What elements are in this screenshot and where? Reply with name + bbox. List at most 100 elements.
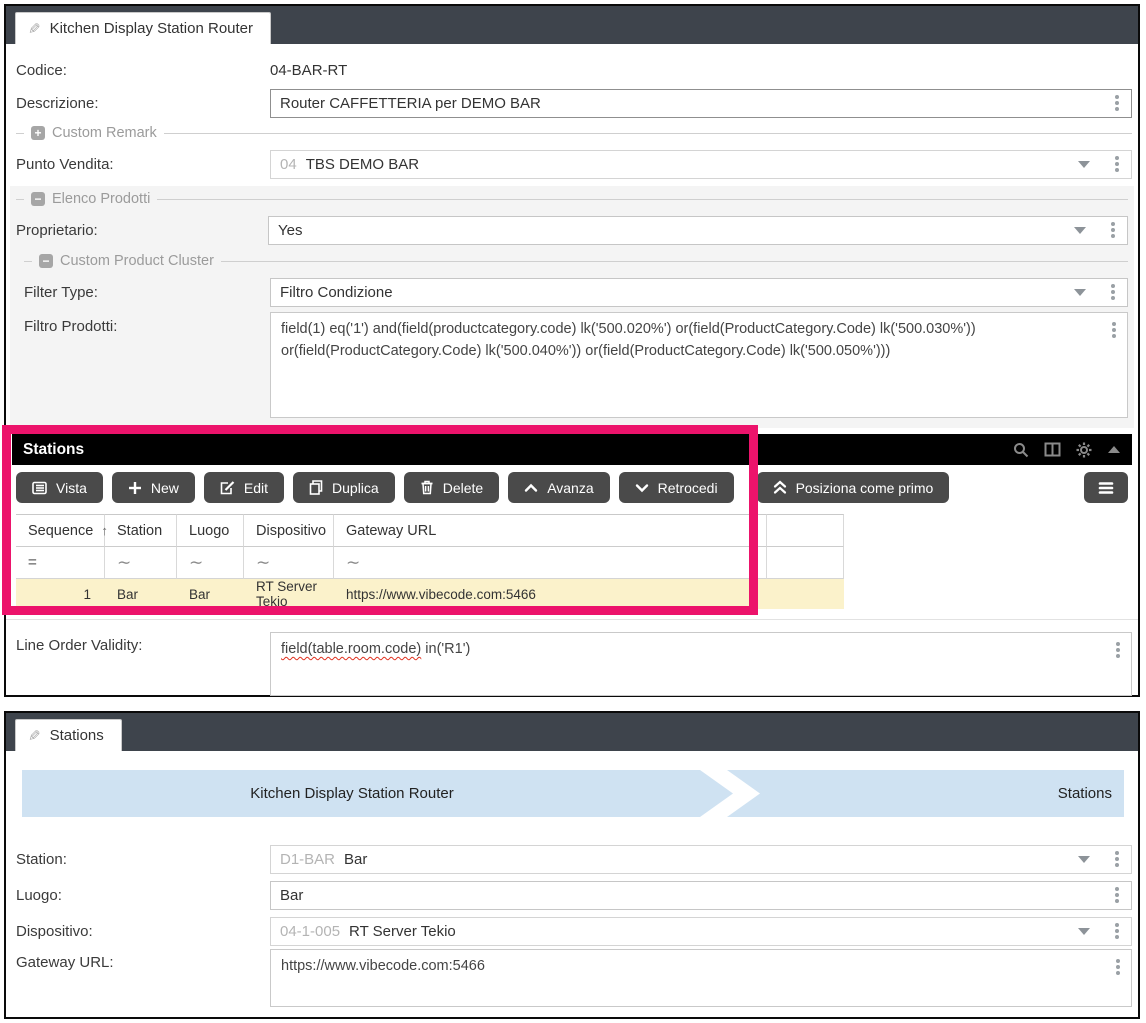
line-order-validity-textarea[interactable]: field(table.room.code) in('R1') — [270, 632, 1132, 696]
vista-button[interactable]: Vista — [16, 472, 103, 503]
plus-icon — [128, 481, 142, 495]
column-header-station[interactable]: Station — [105, 514, 177, 547]
gateway-url-textarea[interactable]: https://www.vibecode.com:5466 — [270, 949, 1132, 1007]
custom-product-cluster-group: − Custom Product Cluster Filter Type: Fi… — [24, 248, 1128, 418]
stations-tabstrip: ✎ Stations — [6, 713, 1138, 751]
punto-vendita-code: 04 — [280, 156, 297, 173]
station-row: Station: D1-BAR Bar — [16, 841, 1132, 877]
router-tabstrip: ✎ Kitchen Display Station Router — [6, 6, 1138, 44]
breadcrumb: Kitchen Display Station Router Stations — [22, 770, 1124, 817]
filter-cell-sequence[interactable]: = — [16, 547, 105, 579]
stations-editor-panel: ✎ Stations Kitchen Display Station Route… — [4, 711, 1140, 1019]
chevron-down-icon[interactable] — [1078, 928, 1090, 935]
filtro-prodotti-kebab-menu-icon[interactable] — [1109, 320, 1119, 340]
proprietario-kebab-menu-icon[interactable] — [1108, 220, 1118, 240]
filtro-prodotti-label: Filtro Prodotti: — [24, 312, 270, 335]
line-order-validity-kebab-menu-icon[interactable] — [1113, 640, 1123, 660]
chevron-down-icon[interactable] — [1078, 856, 1090, 863]
column-header-sequence[interactable]: Sequence ↑ — [16, 514, 105, 547]
chevron-up-icon — [524, 482, 538, 494]
filter-cell-gateway-url[interactable]: ∼ — [334, 547, 767, 579]
dispositivo-row: Dispositivo: 04-1-005 RT Server Tekio — [16, 913, 1132, 949]
filter-cell-luogo[interactable]: ∼ — [177, 547, 244, 579]
retrocedi-button[interactable]: Retrocedi — [619, 472, 734, 503]
grid-menu-button[interactable] — [1084, 472, 1128, 503]
collapse-minus-icon[interactable]: − — [31, 192, 45, 206]
contains-filter-icon: ∼ — [256, 553, 270, 573]
collapse-triangle-icon[interactable] — [1107, 445, 1121, 455]
punto-vendita-input[interactable]: 04 TBS DEMO BAR — [270, 150, 1132, 179]
station-form: Station: D1-BAR Bar Luogo: Bar Dispositi… — [6, 817, 1138, 1007]
line-order-validity-misspelled: field(table.room.code) — [281, 641, 421, 657]
table-row-cell-dispositivo[interactable]: RT Server Tekio — [244, 579, 334, 609]
punto-vendita-row: Punto Vendita: 04 TBS DEMO BAR — [16, 146, 1132, 182]
descrizione-kebab-menu-icon[interactable] — [1112, 93, 1122, 113]
table-row-cell-station[interactable]: Bar — [105, 579, 177, 609]
contains-filter-icon: ∼ — [117, 553, 131, 573]
proprietario-label: Proprietario: — [16, 222, 268, 239]
custom-remark-group-label: Custom Remark — [52, 125, 157, 141]
luogo-kebab-menu-icon[interactable] — [1112, 885, 1122, 905]
gateway-url-row: Gateway URL: https://www.vibecode.com:54… — [16, 949, 1132, 1007]
new-button[interactable]: New — [112, 472, 195, 503]
proprietario-input[interactable]: Yes — [268, 216, 1128, 245]
duplica-button[interactable]: Duplica — [293, 472, 395, 503]
punto-vendita-kebab-menu-icon[interactable] — [1112, 154, 1122, 174]
station-kebab-menu-icon[interactable] — [1112, 849, 1122, 869]
filter-cell-station[interactable]: ∼ — [105, 547, 177, 579]
column-header-dispositivo[interactable]: Dispositivo — [244, 514, 334, 547]
codice-label: Codice: — [16, 62, 270, 79]
double-chevron-up-icon — [773, 480, 787, 495]
columns-icon[interactable] — [1044, 442, 1061, 457]
proprietario-value: Yes — [278, 222, 302, 239]
search-icon[interactable] — [1013, 442, 1029, 458]
luogo-row: Luogo: Bar — [16, 877, 1132, 913]
posiziona-come-primo-button[interactable]: Posiziona come primo — [757, 472, 950, 503]
chevron-down-icon — [635, 482, 649, 494]
list-view-icon — [32, 481, 47, 495]
station-value: Bar — [344, 851, 367, 868]
expand-plus-icon[interactable]: + — [31, 126, 45, 140]
punto-vendita-value: TBS DEMO BAR — [306, 156, 419, 173]
gear-icon[interactable] — [1076, 442, 1092, 458]
table-row-cell-sequence[interactable]: 1 — [16, 579, 105, 609]
collapse-minus-icon[interactable]: − — [39, 254, 53, 268]
luogo-label: Luogo: — [16, 887, 270, 904]
column-header-luogo[interactable]: Luogo — [177, 514, 244, 547]
delete-button[interactable]: Delete — [404, 472, 499, 503]
filter-type-input[interactable]: Filtro Condizione — [270, 278, 1128, 307]
contains-filter-icon: ∼ — [189, 553, 203, 573]
filter-cell-dispositivo[interactable]: ∼ — [244, 547, 334, 579]
station-input[interactable]: D1-BAR Bar — [270, 845, 1132, 874]
tab-stations[interactable]: ✎ Stations — [15, 719, 122, 751]
column-header-filler — [767, 514, 844, 547]
copy-icon — [309, 480, 323, 495]
descrizione-row: Descrizione: Router CAFFETTERIA per DEMO… — [16, 86, 1132, 120]
filter-type-kebab-menu-icon[interactable] — [1108, 282, 1118, 302]
dispositivo-input[interactable]: 04-1-005 RT Server Tekio — [270, 917, 1132, 946]
table-row-cell-gateway-url[interactable]: https://www.vibecode.com:5466 — [334, 579, 767, 609]
chevron-down-icon[interactable] — [1074, 289, 1086, 296]
table-row-cell-filler[interactable] — [767, 579, 844, 609]
equals-filter-icon: = — [28, 554, 37, 571]
router-form: Codice: 04-BAR-RT Descrizione: Router CA… — [6, 44, 1138, 428]
luogo-input[interactable]: Bar — [270, 881, 1132, 910]
breadcrumb-item-router[interactable]: Kitchen Display Station Router — [22, 785, 682, 802]
gateway-url-label: Gateway URL: — [16, 949, 270, 971]
dispositivo-code: 04-1-005 — [280, 923, 340, 940]
chevron-down-icon[interactable] — [1078, 161, 1090, 168]
filtro-prodotti-textarea[interactable]: field(1) eq('1') and(field(productcatego… — [270, 312, 1128, 418]
tab-kitchen-display-station-router[interactable]: ✎ Kitchen Display Station Router — [15, 12, 271, 44]
contains-filter-icon: ∼ — [346, 553, 360, 573]
elenco-prodotti-group: − Elenco Prodotti Proprietario: Yes − Cu… — [10, 186, 1134, 428]
chevron-down-icon[interactable] — [1074, 227, 1086, 234]
dispositivo-kebab-menu-icon[interactable] — [1112, 921, 1122, 941]
descrizione-input[interactable]: Router CAFFETTERIA per DEMO BAR — [270, 89, 1132, 118]
table-row-cell-luogo[interactable]: Bar — [177, 579, 244, 609]
gateway-url-kebab-menu-icon[interactable] — [1113, 957, 1123, 977]
breadcrumb-item-stations[interactable]: Stations — [1058, 785, 1124, 802]
column-header-gateway-url[interactable]: Gateway URL — [334, 514, 767, 547]
edit-button[interactable]: Edit — [204, 472, 284, 503]
hamburger-icon — [1098, 481, 1114, 495]
avanza-button[interactable]: Avanza — [508, 472, 609, 503]
